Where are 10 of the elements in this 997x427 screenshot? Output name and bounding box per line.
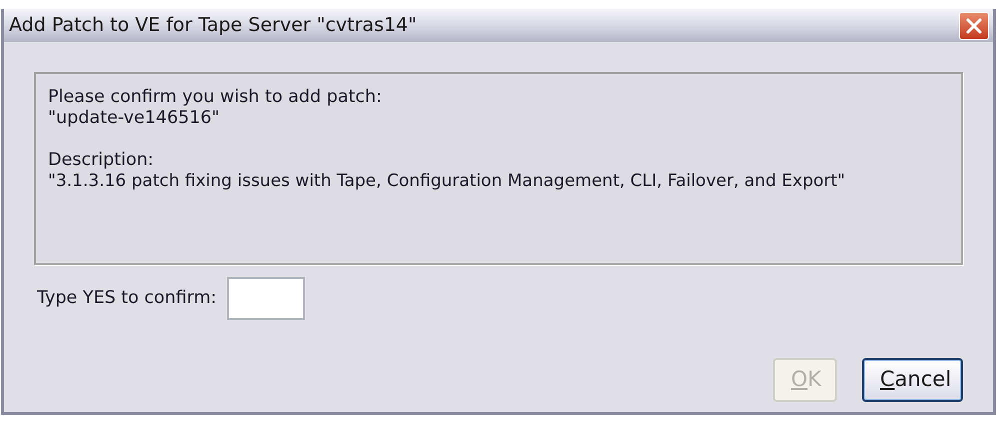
description-text: "3.1.3.16 patch fixing issues with Tape, Configuration Management, CLI, Failover, and Export" bbox=[48, 171, 846, 192]
patch-name: "update-ve146516" bbox=[48, 108, 221, 129]
confirm-label: Type YES to confirm: bbox=[37, 287, 217, 310]
window-title: Add Patch to VE for Tape Server "cvtras14" bbox=[9, 13, 417, 38]
description-label: Description: bbox=[48, 150, 155, 171]
confirm-input[interactable] bbox=[226, 277, 305, 320]
close-icon bbox=[965, 16, 983, 34]
prompt-text: Please confirm you wish to add patch: bbox=[48, 87, 383, 108]
cancel-button[interactable]: Cancel bbox=[862, 358, 963, 402]
close-button[interactable] bbox=[959, 12, 989, 40]
